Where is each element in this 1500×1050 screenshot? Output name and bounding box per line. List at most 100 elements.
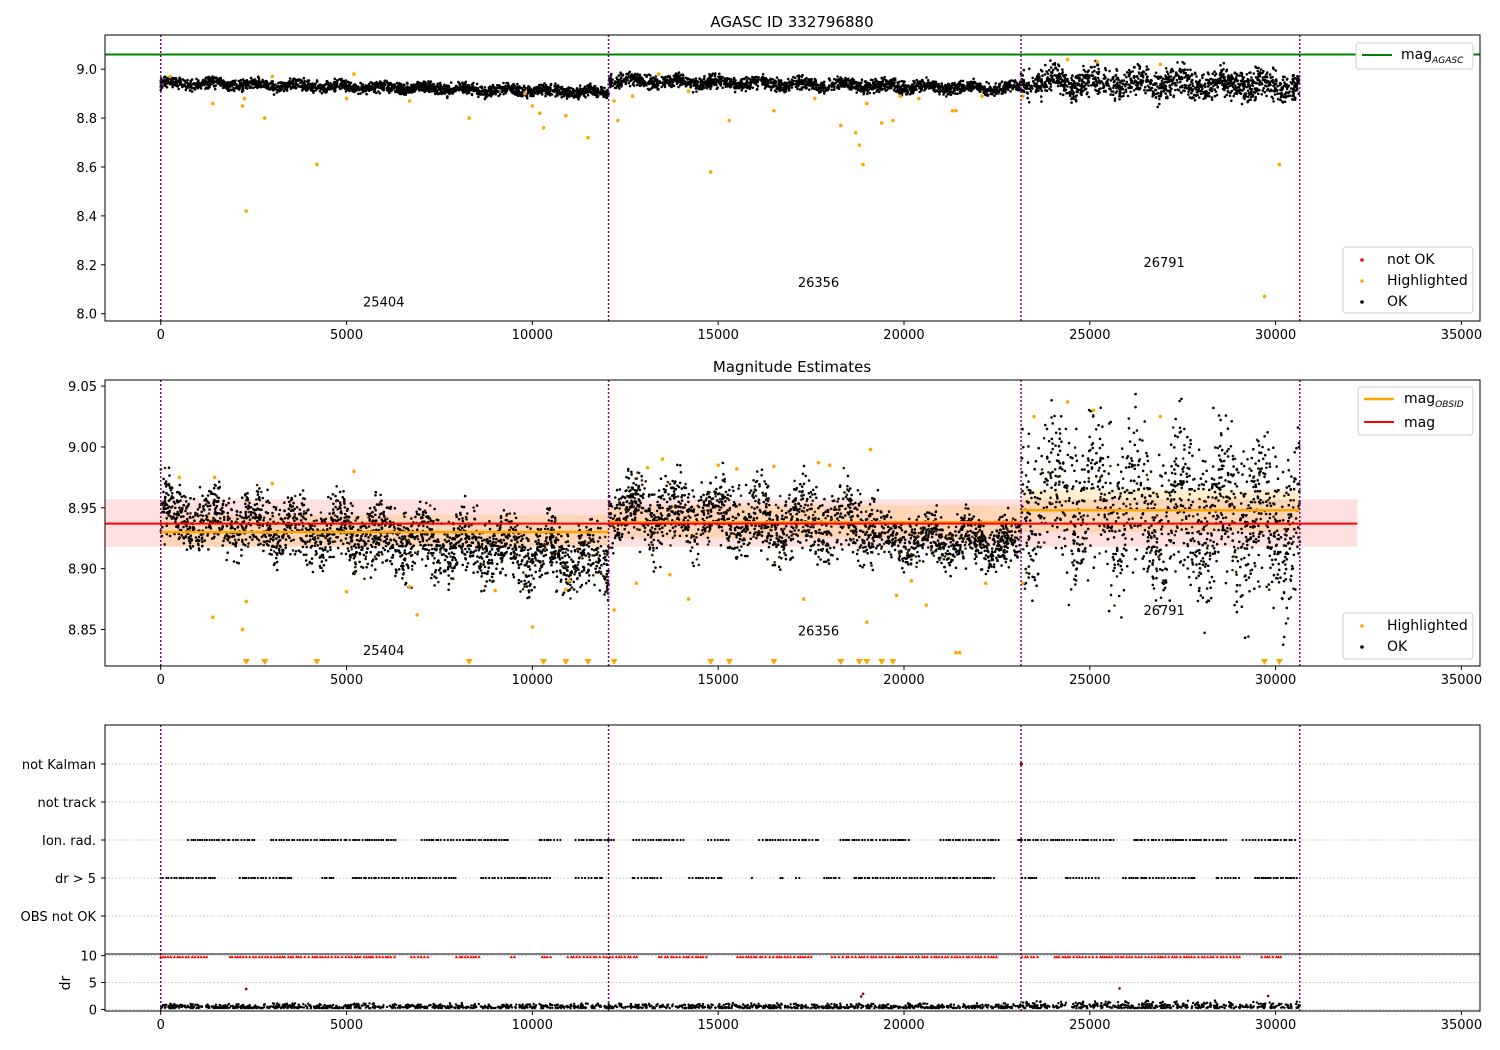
ok-point [1167, 76, 1171, 80]
ok-point [498, 84, 501, 87]
ok-point [190, 86, 194, 90]
ok-point [169, 80, 173, 84]
ok-point [745, 83, 749, 86]
ok-point [1289, 87, 1293, 90]
ok-point [280, 88, 283, 92]
ok-point [929, 81, 933, 85]
ok-point [1260, 93, 1263, 96]
ok-point [1201, 87, 1204, 91]
ok-point [445, 90, 449, 93]
ok-point [714, 72, 717, 75]
ok-point [1228, 94, 1232, 97]
ok-point [318, 89, 322, 93]
ok-point [940, 84, 943, 88]
ok-point [1188, 75, 1191, 78]
ok-point [311, 85, 315, 88]
ok-point [334, 81, 338, 84]
ok-point [1226, 75, 1230, 79]
ok-point [1257, 66, 1260, 70]
ok-point [885, 82, 888, 85]
ok-point [813, 83, 816, 87]
ok-point [275, 91, 279, 94]
ok-point [214, 84, 218, 87]
ok-point [766, 84, 770, 88]
ok-point [1261, 76, 1265, 79]
ok-point [992, 89, 996, 92]
ok-point [532, 86, 536, 90]
ok-point [1145, 68, 1148, 72]
ok-point [423, 81, 427, 84]
ok-point [861, 86, 865, 90]
ok-point [336, 79, 339, 82]
ok-point [261, 84, 265, 87]
ok-point [1049, 59, 1052, 62]
ok-point [741, 77, 744, 81]
ok-point [702, 86, 706, 90]
ok-point [172, 83, 176, 86]
ok-point [847, 77, 850, 81]
ok-point [1030, 84, 1033, 88]
ok-point [970, 89, 973, 92]
ok-point [674, 78, 677, 81]
ok-point [193, 82, 197, 85]
ok-point [779, 79, 783, 82]
ok-point [470, 83, 474, 86]
ok-point [1098, 81, 1101, 85]
ok-point [1193, 71, 1197, 75]
ok-point [942, 93, 945, 96]
ok-point [468, 87, 471, 90]
ok-point [859, 88, 862, 92]
ok-point [949, 93, 953, 97]
ok-point [576, 89, 580, 92]
ok-point [1215, 93, 1219, 97]
ok-point [1082, 85, 1085, 89]
ok-point [553, 84, 557, 88]
ok-point [237, 87, 240, 90]
ok-point [914, 84, 917, 88]
ok-point [1022, 68, 1026, 72]
ok-point [351, 85, 355, 88]
ok-point [842, 85, 846, 89]
ok-point [663, 76, 666, 80]
ok-point [505, 87, 509, 91]
ok-point [409, 86, 413, 90]
ok-point [1000, 80, 1004, 83]
ok-point [1239, 92, 1243, 95]
ok-point [1028, 87, 1031, 90]
ok-point [926, 79, 930, 82]
ok-point [810, 77, 813, 81]
ok-point [1160, 79, 1164, 83]
ok-point [695, 90, 698, 93]
ok-point [901, 83, 905, 87]
ok-point [1065, 91, 1068, 95]
ok-point [1175, 78, 1179, 82]
ok-point [1291, 98, 1295, 101]
ok-point [1234, 88, 1238, 92]
ok-point [1129, 90, 1132, 93]
ok-point [1091, 74, 1095, 77]
ok-point [388, 82, 392, 85]
ok-point [190, 90, 194, 93]
ok-point [738, 83, 741, 86]
ok-point [538, 83, 541, 87]
ok-point [1172, 95, 1175, 99]
ok-point [559, 92, 562, 96]
ok-point [516, 91, 519, 94]
ok-point [300, 89, 304, 92]
ok-point [1134, 87, 1138, 91]
ok-point [660, 75, 664, 79]
ok-point [441, 85, 445, 89]
ok-point [796, 74, 799, 78]
ok-point [679, 78, 682, 82]
ok-point [1265, 94, 1268, 98]
ok-point [259, 83, 263, 86]
ok-point [543, 82, 546, 85]
ok-point [1111, 93, 1115, 97]
ok-point [1280, 86, 1283, 90]
ok-point [511, 91, 515, 95]
ok-point [320, 91, 324, 95]
ok-point [763, 78, 766, 81]
ok-point [642, 83, 646, 86]
ok-point [1122, 79, 1126, 82]
ok-point [1195, 82, 1199, 86]
